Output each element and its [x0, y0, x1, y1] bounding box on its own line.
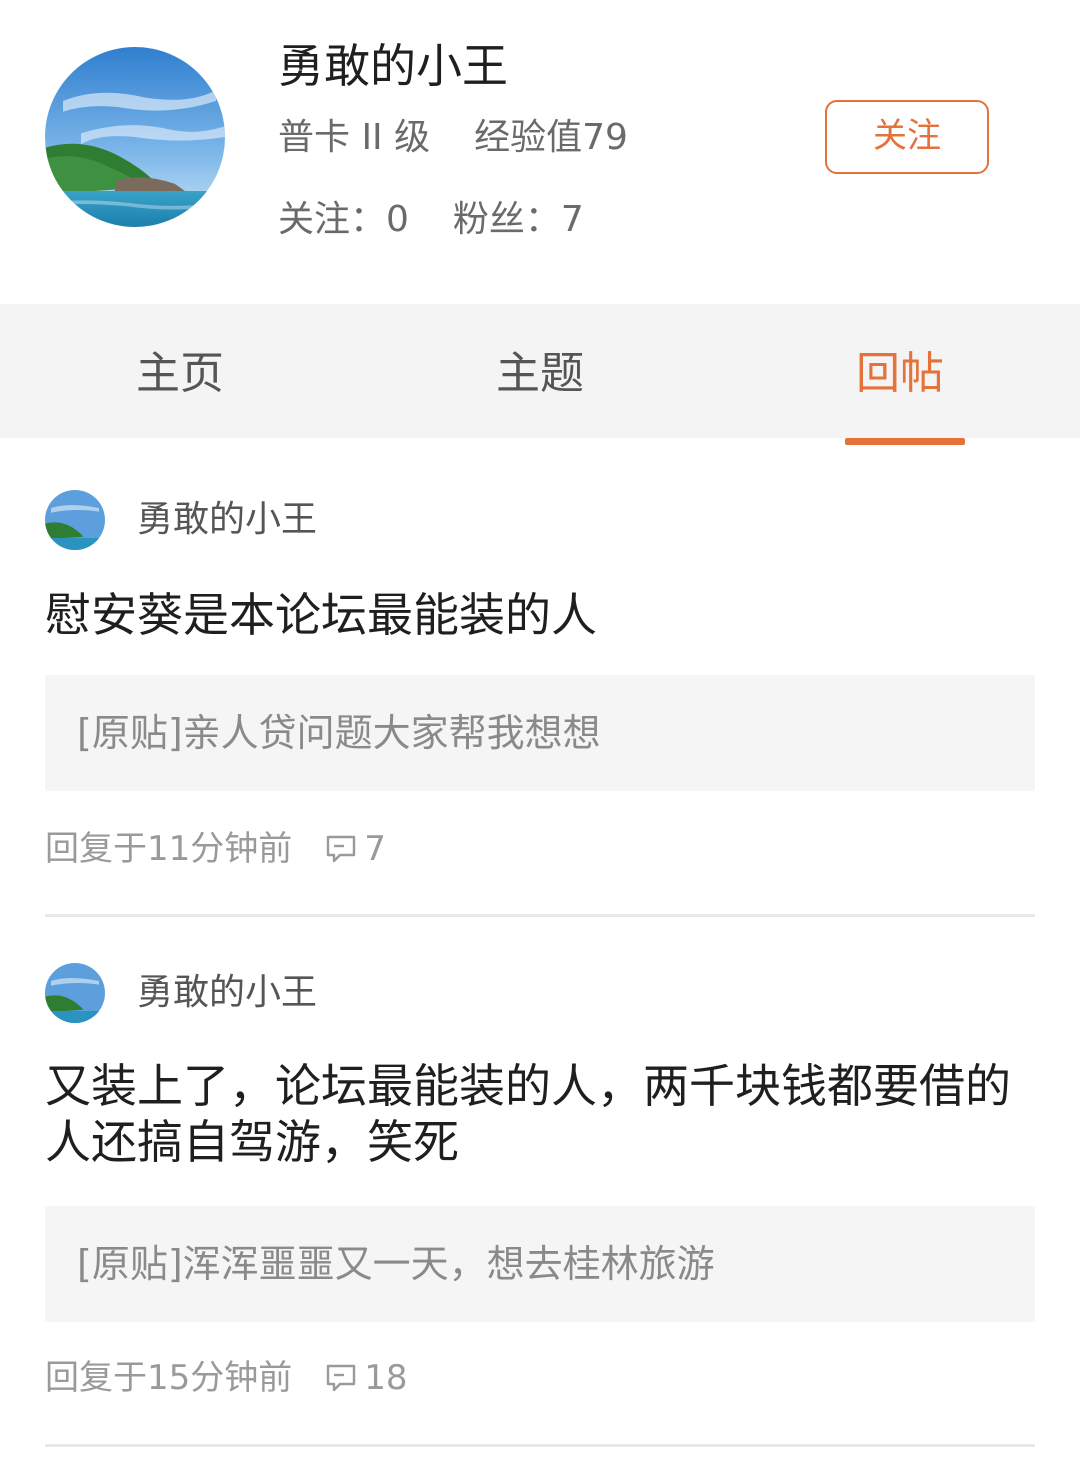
comment-icon: [326, 825, 358, 873]
profile-name: 勇敢的小王: [278, 39, 508, 93]
landscape-avatar-icon: [45, 47, 225, 227]
active-tab-indicator: [845, 438, 965, 445]
profile-header: 勇敢的小王 普卡 II 级 经验值79 关注：0 粉丝：7 关注: [0, 0, 1080, 304]
original-post-quote[interactable]: [原贴]亲人贷问题大家帮我想想: [45, 675, 1035, 791]
experience-value: 经验值79: [474, 117, 628, 158]
divider: [45, 1444, 1035, 1447]
comment-button[interactable]: 18: [326, 1354, 408, 1402]
post-content[interactable]: 又装上了，论坛最能装的人，两千块钱都要借的人还搞自驾游，笑死: [45, 1058, 1035, 1170]
author-avatar[interactable]: [45, 963, 105, 1023]
profile-meta: 普卡 II 级 经验值79: [278, 114, 628, 162]
author-avatar[interactable]: [45, 490, 105, 550]
landscape-avatar-icon: [45, 963, 105, 1023]
post-footer: 回复于11分钟前 7: [45, 825, 386, 873]
author-name[interactable]: 勇敢的小王: [137, 496, 317, 544]
fans-count[interactable]: 粉丝：7: [453, 199, 584, 240]
post-content[interactable]: 慰安葵是本论坛最能装的人: [45, 587, 1035, 643]
comment-icon: [326, 1354, 358, 1402]
level-badge: 普卡 II 级: [278, 117, 431, 158]
landscape-avatar-icon: [45, 490, 105, 550]
following-count[interactable]: 关注：0: [278, 199, 409, 240]
profile-tabs: 主页 主题 回帖: [0, 304, 1080, 438]
post-footer: 回复于15分钟前 18: [45, 1354, 408, 1402]
reply-time: 回复于15分钟前: [45, 1358, 293, 1398]
profile-page: 勇敢的小王 普卡 II 级 经验值79 关注：0 粉丝：7 关注 主页 主题 回帖: [0, 0, 1080, 1480]
comment-count: 18: [364, 1358, 408, 1398]
comment-button[interactable]: 7: [326, 825, 386, 873]
reply-time: 回复于11分钟前: [45, 829, 293, 869]
avatar[interactable]: [45, 47, 225, 227]
tab-topics[interactable]: 主题: [360, 304, 720, 438]
comment-count: 7: [364, 829, 386, 869]
tab-replies[interactable]: 回帖: [720, 304, 1080, 438]
tab-home[interactable]: 主页: [0, 304, 360, 438]
reply-post[interactable]: 勇敢的小王 又装上了，论坛最能装的人，两千块钱都要借的人还搞自驾游，笑死 [原贴…: [0, 918, 1080, 1448]
profile-stats: 关注：0 粉丝：7: [278, 196, 584, 244]
author-name[interactable]: 勇敢的小王: [137, 969, 317, 1017]
divider: [45, 914, 1035, 917]
original-post-quote[interactable]: [原贴]浑浑噩噩又一天，想去桂林旅游: [45, 1206, 1035, 1322]
follow-button[interactable]: 关注: [825, 100, 989, 174]
reply-post[interactable]: 勇敢的小王 慰安葵是本论坛最能装的人 [原贴]亲人贷问题大家帮我想想 回复于11…: [0, 445, 1080, 918]
